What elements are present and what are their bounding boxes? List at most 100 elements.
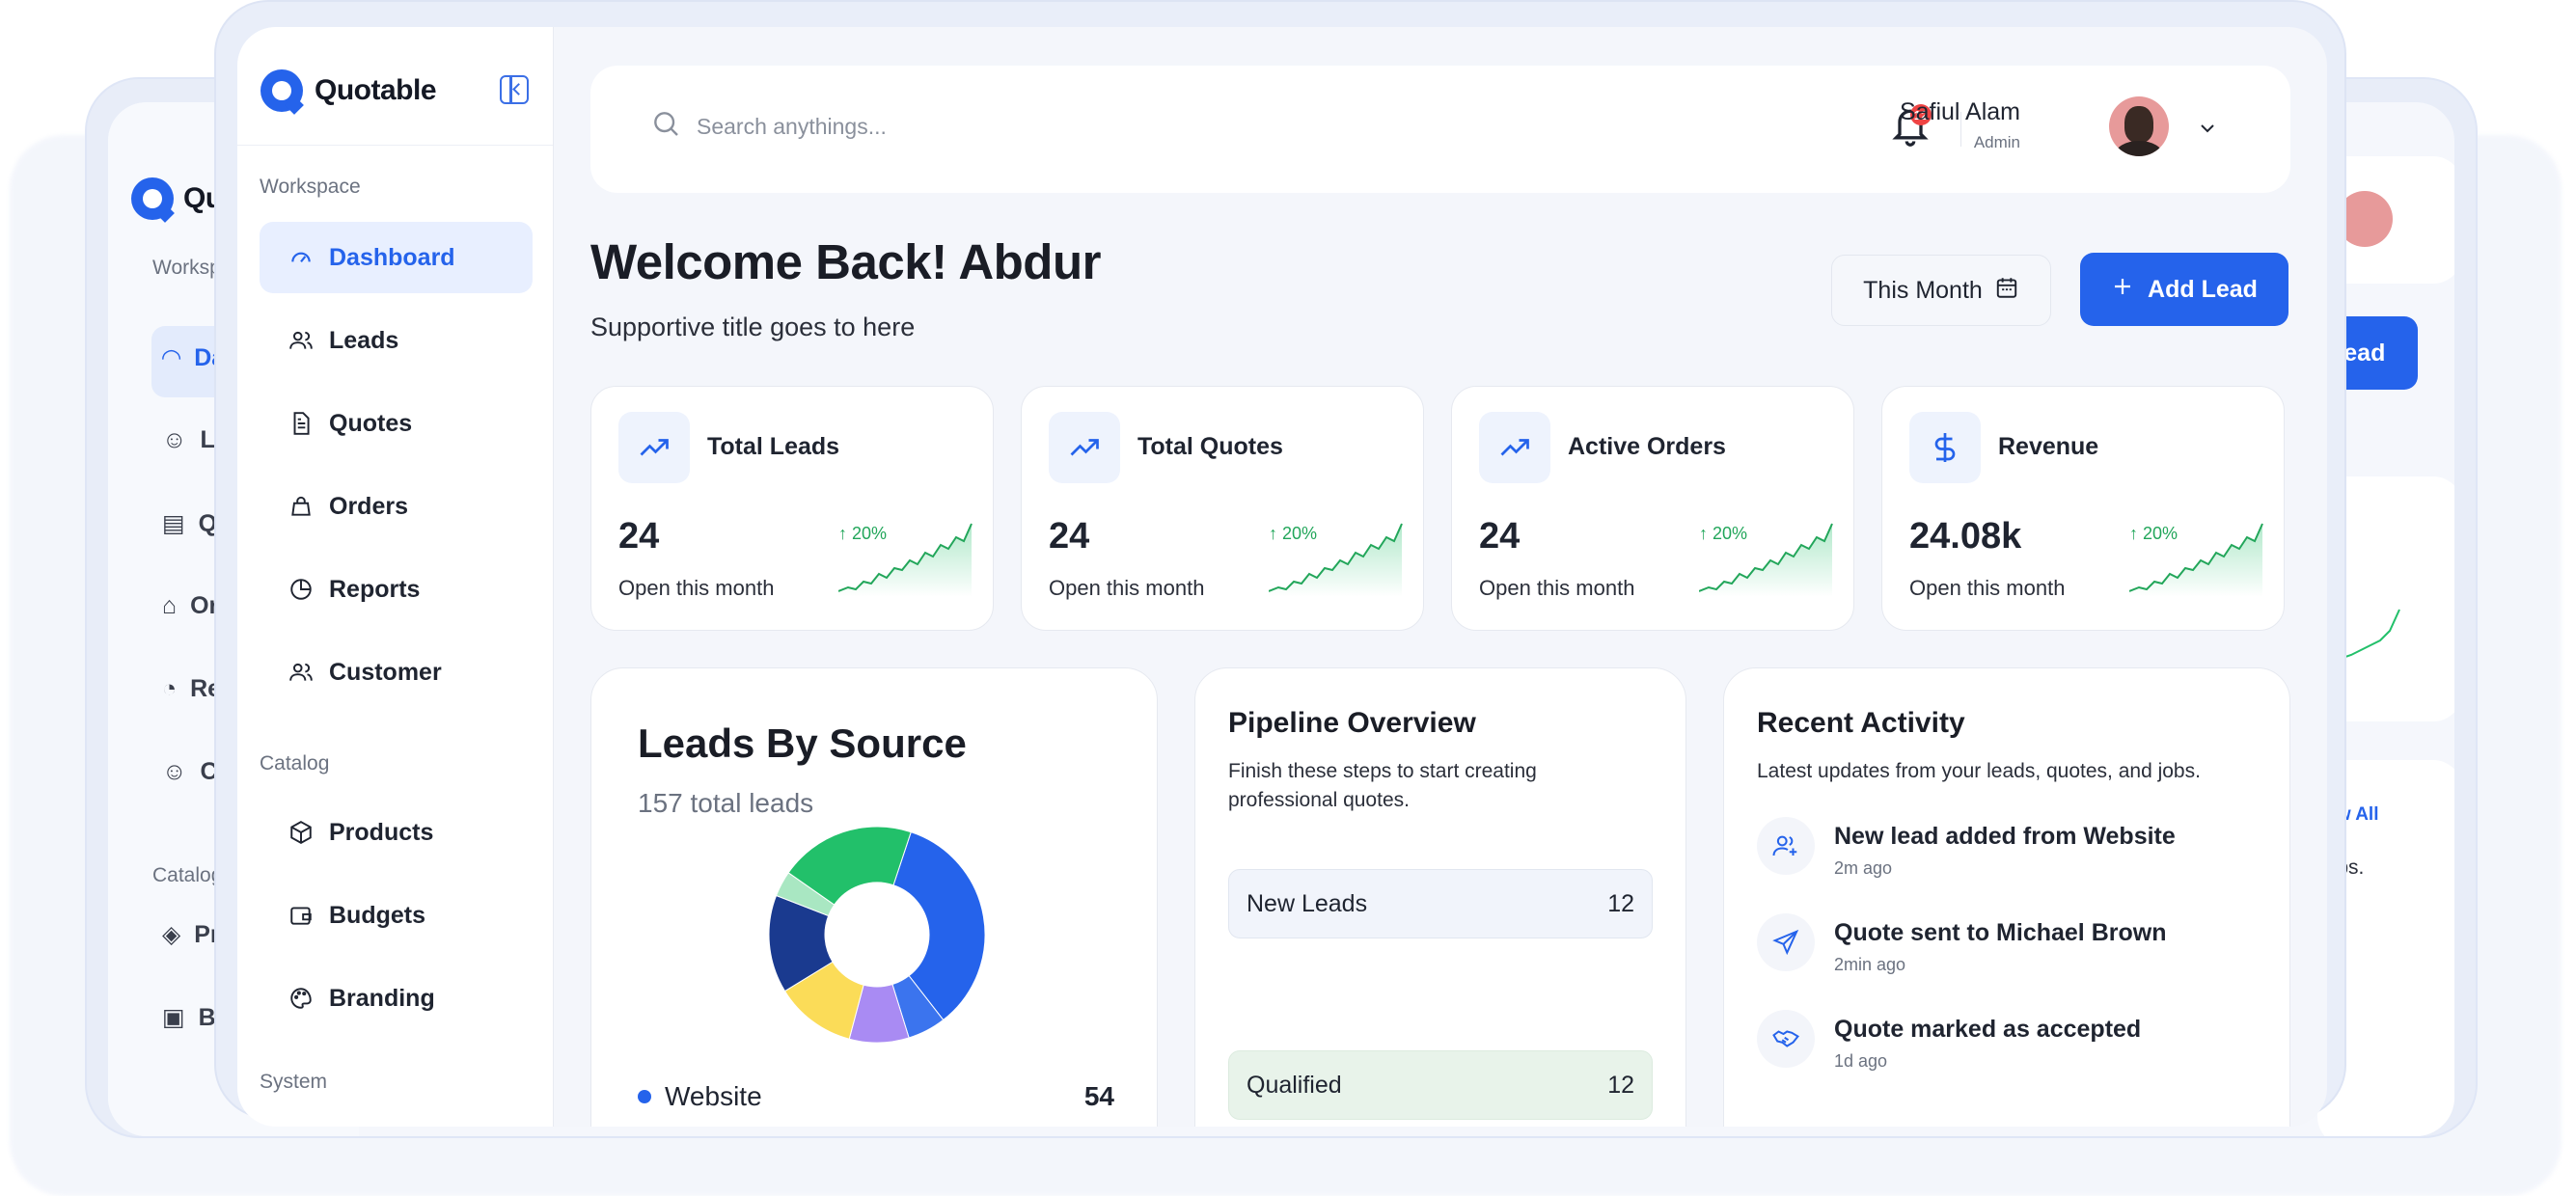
box-icon [288,820,314,845]
background-sparkline [2337,609,2400,661]
background-bag-icon: ⌂ [162,592,178,619]
stat-title: Total Leads [707,433,840,460]
sidebar-collapse-icon[interactable] [500,75,529,104]
sidebar-item-products[interactable]: Products [260,797,533,868]
app-window: Quotable Workspace Dashboard Leads Quote… [237,27,2327,1127]
legend-item: Website 54 [638,1081,1114,1112]
leads-donut-chart[interactable] [761,819,993,1050]
page-title: Welcome Back! Abdur [590,234,1101,289]
search-input[interactable]: Search anythings... [650,108,887,145]
sidebar-item-dashboard[interactable]: Dashboard [260,222,533,293]
sidebar-item-customer[interactable]: Customer [260,637,533,708]
workspace-section-label: Workspace [260,176,361,198]
page-subtitle: Supportive title goes to here [590,313,916,341]
palette-icon [288,986,314,1011]
add-lead-button[interactable]: Add Lead [2080,253,2288,326]
pipeline-row-value: 12 [1607,1071,1634,1099]
bag-icon [288,494,314,519]
stat-subtitle: Open this month [1479,576,1635,600]
legend-dot [638,1090,651,1103]
sidebar-item-branding[interactable]: Branding [260,963,533,1034]
stat-card-total-quotes[interactable]: Total Quotes 24 Open this month ↑ 20% [1021,386,1424,631]
period-select-button[interactable]: This Month [1831,255,2051,326]
trend-up-icon [618,412,690,483]
document-icon [288,411,314,436]
stat-title: Total Quotes [1137,433,1283,460]
users-icon [288,660,314,685]
leads-by-source-card: Leads By Source 157 total leads Website … [590,667,1158,1127]
avatar[interactable] [2109,96,2169,156]
leads-total: 157 total leads [638,788,814,818]
background-document-icon: ▤ [162,510,185,537]
sidebar-item-label: Quotes [329,409,413,437]
pipeline-row-qualified[interactable]: Qualified 12 [1228,1050,1653,1120]
stat-subtitle: Open this month [618,576,775,600]
leads-by-source-title: Leads By Source [638,720,967,766]
sidebar-item-label: Leads [329,326,399,354]
main-window-frame: Quotable Workspace Dashboard Leads Quote… [214,0,2346,1127]
logo[interactable]: Quotable [260,69,437,112]
legend-label: Website [665,1081,762,1111]
sidebar-item-label: Products [329,818,434,846]
activity-item[interactable]: Quote sent to Michael Brown 2min ago [1757,913,2166,975]
activity-title: New lead added from Website [1834,823,2176,850]
chevron-down-icon[interactable] [2198,122,2217,140]
background-pie-icon: ◔ [162,675,178,702]
recent-activity-title: Recent Activity [1757,707,1965,739]
background-wallet-icon: ▣ [162,1004,185,1031]
sidebar-item-budgets[interactable]: Budgets [260,880,533,951]
calendar-icon [1994,275,2019,307]
sidebar-item-label: Budgets [329,901,425,929]
recent-activity-description: Latest updates from your leads, quotes, … [1757,760,2201,782]
pipeline-description: Finish these steps to start creating pro… [1228,760,1537,811]
activity-time: 2m ago [1834,858,1893,878]
stat-value: 24 [618,516,660,557]
activity-item[interactable]: New lead added from Website 2m ago [1757,817,2176,879]
send-icon [1757,913,1815,971]
pipeline-row-value: 12 [1607,889,1634,917]
background-logo-icon [131,177,174,220]
stat-card-total-leads[interactable]: Total Leads 24 Open this month ↑ 20% [590,386,994,631]
recent-activity-card: Recent Activity Latest updates from your… [1723,667,2290,1127]
system-section-label: System [260,1071,328,1093]
user-role: Admin [1973,133,2020,151]
activity-time: 2min ago [1834,955,1906,974]
stat-card-active-orders[interactable]: Active Orders 24 Open this month ↑ 20% [1451,386,1854,631]
stat-subtitle: Open this month [1909,576,2066,600]
trend-up-icon [1479,412,1550,483]
sidebar-item-label: Branding [329,984,435,1012]
legend-value: 54 [1083,1081,1114,1111]
activity-title: Quote sent to Michael Brown [1834,919,2167,946]
stat-subtitle: Open this month [1049,576,1205,600]
background-users-icon: ☺ [162,758,187,785]
logo-text: Quotable [315,74,437,106]
sidebar-item-label: Dashboard [329,243,455,271]
search-placeholder: Search anythings... [697,113,887,139]
activity-title: Quote marked as accepted [1834,1016,2142,1043]
sidebar-item-orders[interactable]: Orders [260,471,533,542]
catalog-section-label: Catalog [260,752,330,775]
period-label: This Month [1863,276,1983,304]
background-catalog-label: Catalog [152,864,223,886]
stat-value: 24 [1049,516,1090,557]
sparkline [838,523,973,597]
dollar-icon [1909,412,1981,483]
pipeline-row-new-leads[interactable]: New Leads 12 [1228,869,1653,938]
background-gauge-icon: ◠ [162,344,181,371]
sidebar-item-quotes[interactable]: Quotes [260,388,533,459]
pipeline-overview-card: Pipeline Overview Finish these steps to … [1194,667,1686,1127]
add-lead-label: Add Lead [2148,275,2258,303]
stat-card-revenue[interactable]: Revenue 24.08k Open this month ↑ 20% [1881,386,2285,631]
topbar: Search anythings... 12 Safiul Alam Admin [590,66,2290,193]
user-name[interactable]: Safiul Alam [1900,98,2020,126]
trend-up-icon [1049,412,1120,483]
sidebar-item-reports[interactable]: Reports [260,554,533,625]
user-add-icon [1757,817,1815,875]
users-icon [288,328,314,353]
wallet-icon [288,903,314,928]
gauge-icon [288,245,314,270]
sparkline [2129,523,2263,597]
sidebar-item-leads[interactable]: Leads [260,305,533,376]
stat-title: Active Orders [1568,433,1726,460]
activity-item[interactable]: Quote marked as accepted 1d ago [1757,1010,2141,1072]
